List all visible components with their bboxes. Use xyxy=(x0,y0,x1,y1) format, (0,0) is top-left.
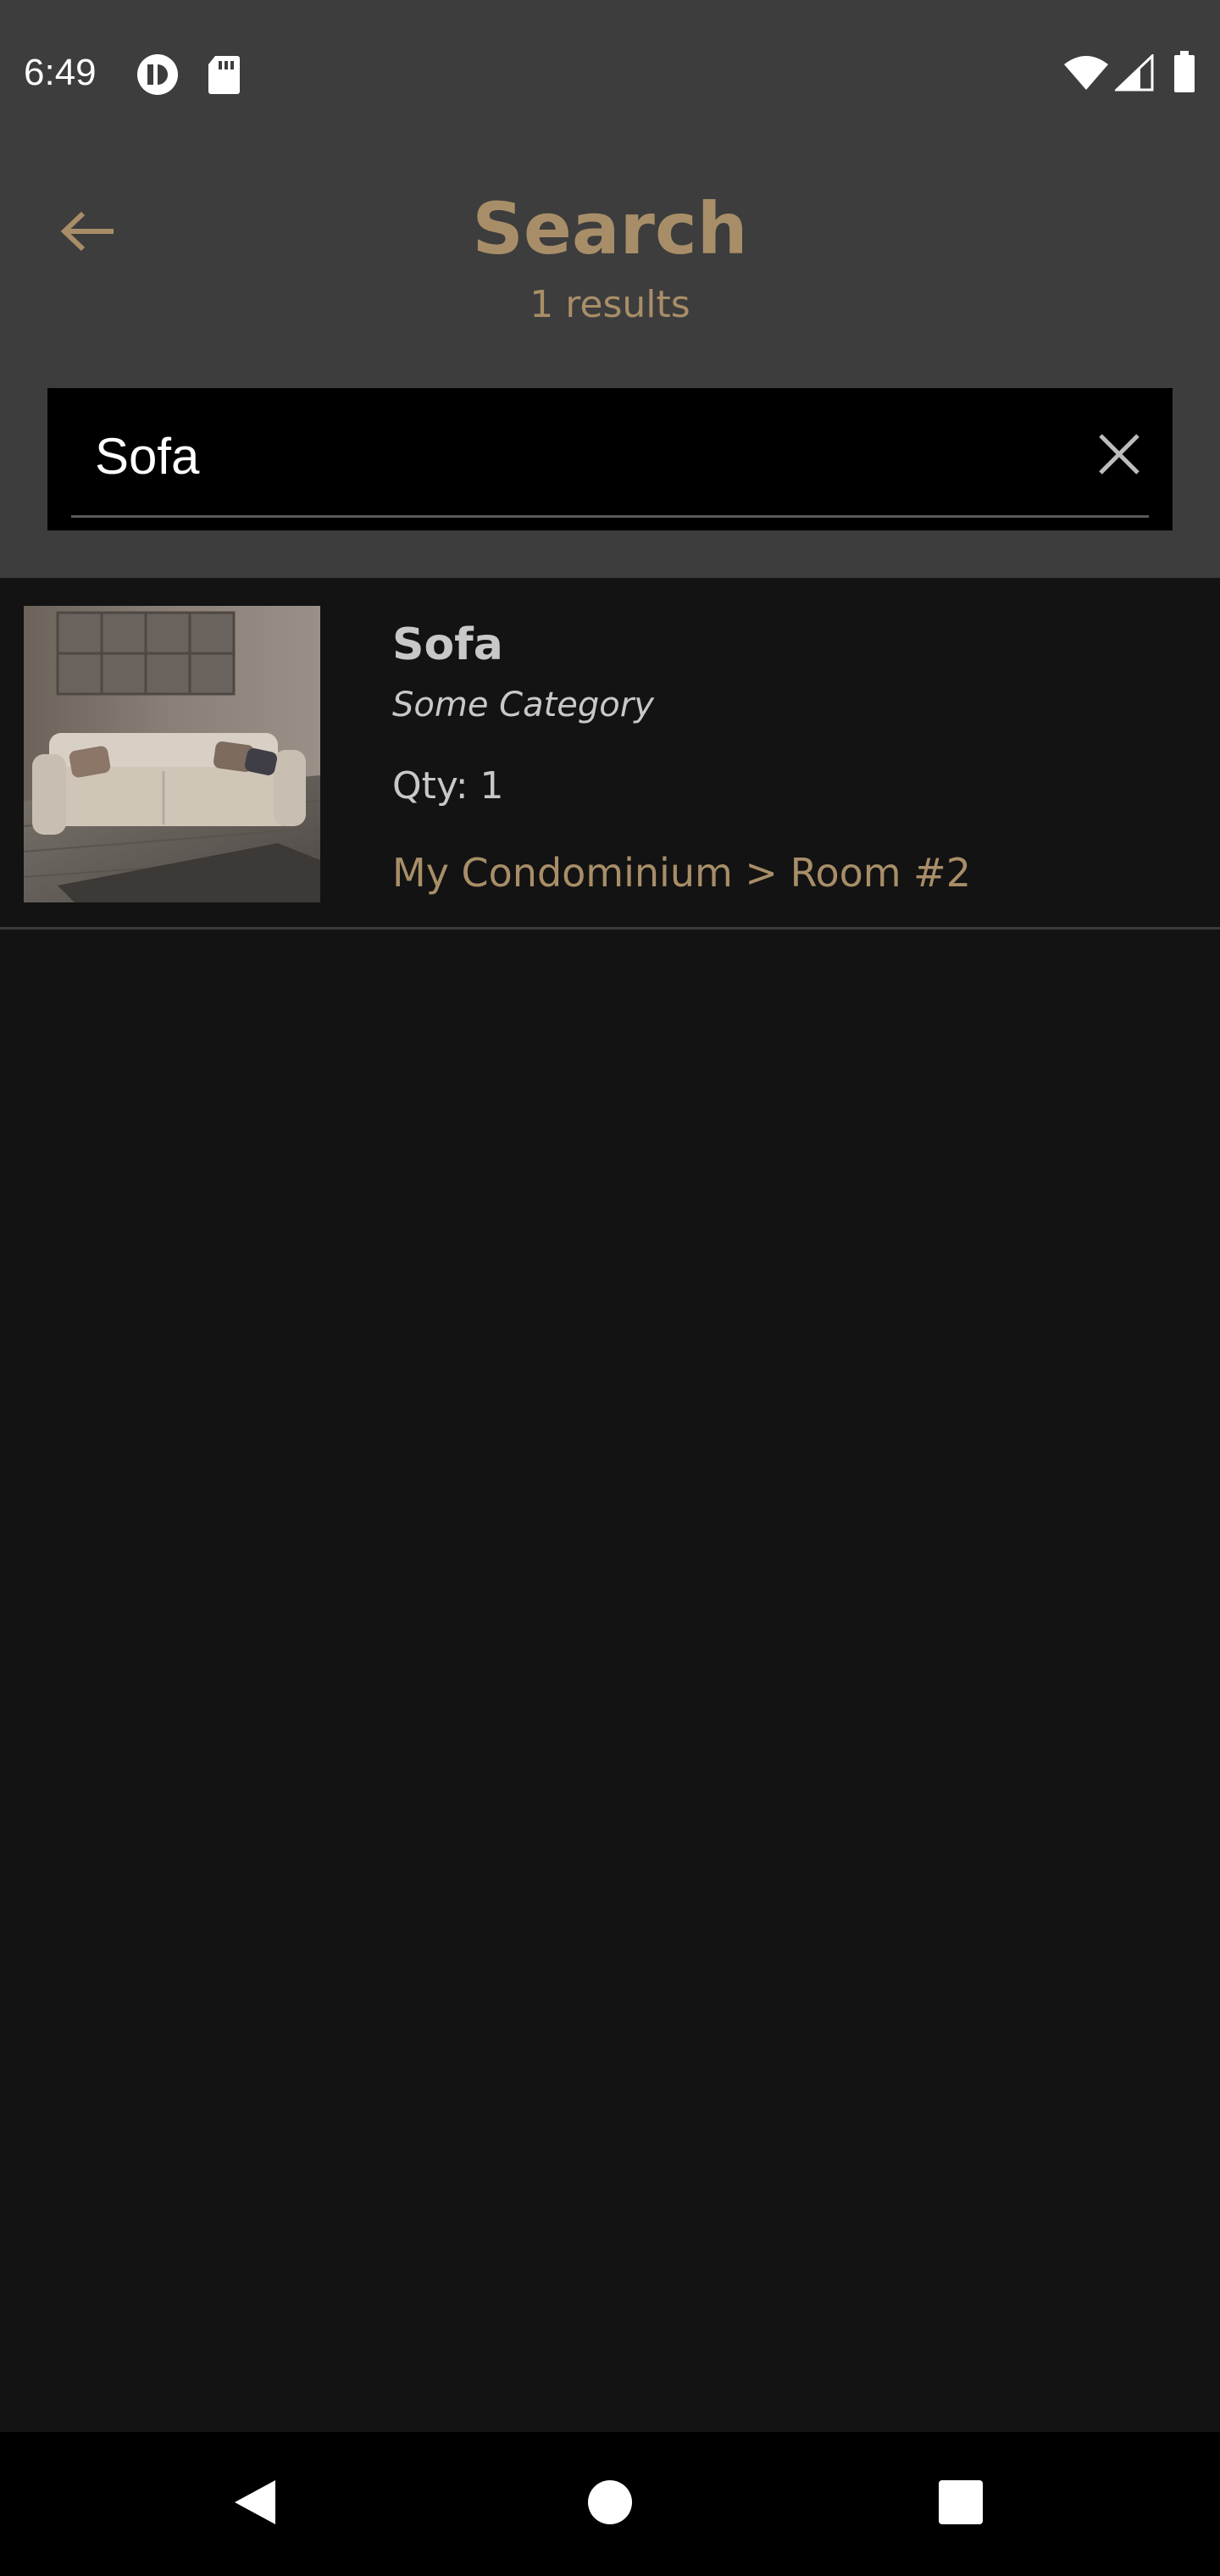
sd-card-icon xyxy=(207,54,241,98)
wifi-icon xyxy=(1062,54,1110,95)
item-quantity: Qty: 1 xyxy=(392,764,504,808)
status-bar: 6:49 xyxy=(0,0,1220,144)
page-title: Search xyxy=(472,187,748,270)
back-triangle-icon xyxy=(231,2477,279,2531)
battery-icon xyxy=(1173,51,1196,97)
item-location: My Condominium > Room #2 xyxy=(392,850,971,896)
close-icon xyxy=(1095,430,1143,481)
search-box xyxy=(47,388,1173,530)
result-list-item[interactable]: Sofa Some Category Qty: 1 My Condominium… xyxy=(0,578,1220,930)
nav-recents-button[interactable] xyxy=(923,2466,999,2542)
search-input[interactable] xyxy=(95,388,1010,524)
system-nav-bar xyxy=(0,2432,1220,2576)
results-count: 1 results xyxy=(530,283,690,326)
item-name: Sofa xyxy=(392,619,503,670)
status-time: 6:49 xyxy=(24,52,97,93)
clear-search-button[interactable] xyxy=(1081,418,1157,494)
sofa-photo xyxy=(24,606,320,902)
circle-badge-icon xyxy=(136,53,180,100)
search-underline xyxy=(71,515,1149,518)
item-category: Some Category xyxy=(392,686,654,724)
cell-signal-icon xyxy=(1113,53,1154,95)
home-circle-icon xyxy=(586,2479,634,2529)
nav-back-button[interactable] xyxy=(217,2466,293,2542)
nav-home-button[interactable] xyxy=(572,2466,648,2542)
recents-square-icon xyxy=(938,2479,984,2529)
app-header: Search 1 results xyxy=(0,144,1220,578)
